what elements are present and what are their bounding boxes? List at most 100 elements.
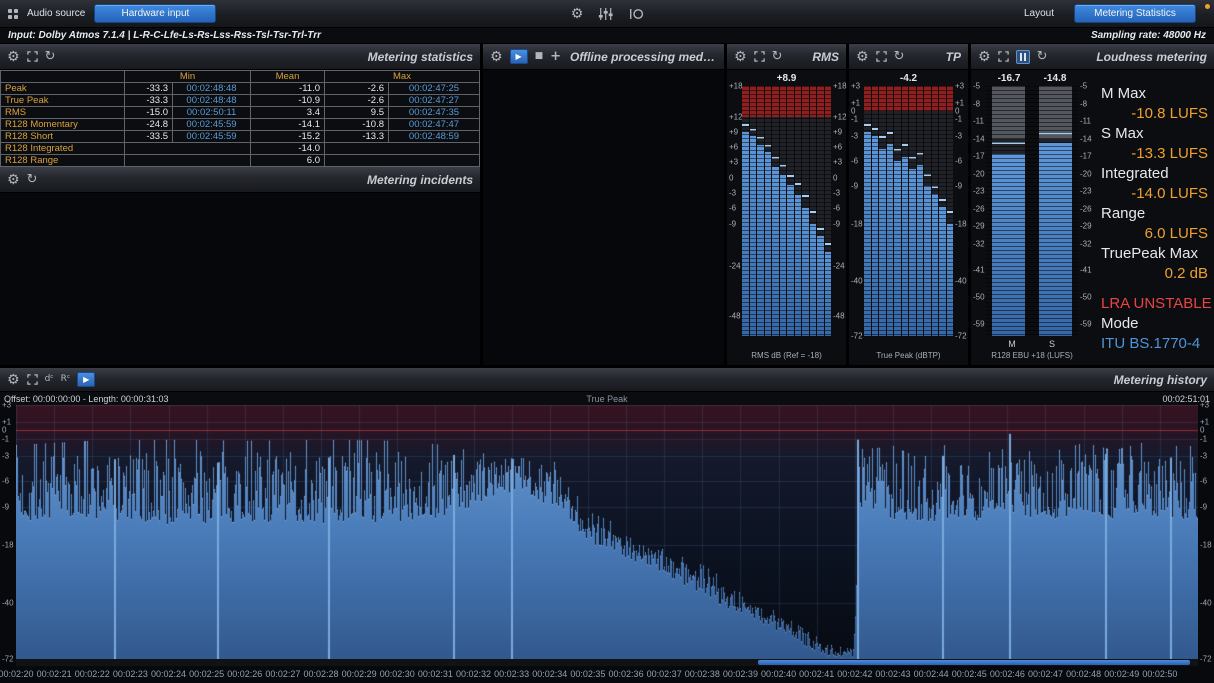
history-plot[interactable] <box>16 405 1198 659</box>
meter-channel <box>1039 86 1072 336</box>
history-time-label: 00:02:21 <box>37 669 72 679</box>
stop-icon[interactable]: ■ <box>535 52 544 61</box>
meter-channel <box>802 86 809 336</box>
history-tick-label: -6 <box>2 477 9 486</box>
stat-label: R128 Momentary <box>1 119 125 131</box>
incidents-header: ⚙ ↻ Metering incidents <box>0 167 480 193</box>
meter-bar <box>772 167 779 336</box>
meter-channel <box>894 86 901 336</box>
meter-bar <box>765 152 772 336</box>
loudness-body: -16.7-14.8 -5-8-11-14-17-20-23-26-29-32-… <box>971 70 1214 365</box>
meter-footer: True Peak (dBTP) <box>849 336 968 365</box>
history-scrollbar[interactable] <box>16 659 1198 666</box>
meter-peak-hold <box>1039 133 1072 135</box>
gear-icon[interactable]: ⚙ <box>978 50 991 64</box>
gear-icon[interactable]: ⚙ <box>7 50 20 64</box>
meter-peak-hold <box>757 137 764 139</box>
meter-bar <box>894 161 901 336</box>
history-info-row: Offset: 00:00:00:00 - Length: 00:00:31:0… <box>0 392 1214 405</box>
meter-channel <box>742 86 749 336</box>
pause-button[interactable] <box>1016 50 1030 64</box>
metering-statistics-button[interactable]: Metering Statistics <box>1074 4 1196 23</box>
meter-tick-label: +12 <box>833 112 847 121</box>
add-media-icon[interactable]: + <box>550 50 561 63</box>
meter-bar <box>802 208 809 336</box>
history-time-label: 00:02:41 <box>799 669 834 679</box>
stat-min <box>125 155 251 167</box>
cursor-r-icon[interactable]: Rᶜ <box>61 375 71 384</box>
readout-label: Range <box>1101 204 1208 224</box>
meter-bar <box>939 207 946 336</box>
sliders-icon[interactable] <box>598 8 612 20</box>
incidents-empty-area <box>0 193 480 365</box>
meter-zone <box>810 86 817 117</box>
meter-tick-label: -32 <box>973 239 985 248</box>
refresh-icon[interactable]: ↻ <box>1037 50 1048 63</box>
gear-icon[interactable]: ⚙ <box>7 173 20 187</box>
meter-bars <box>742 86 831 336</box>
meter-peak-hold <box>932 186 939 188</box>
topbar-center: ⚙ <box>571 7 644 21</box>
meter-bar <box>932 194 939 336</box>
meter-channel <box>772 86 779 336</box>
gear-icon[interactable]: ⚙ <box>856 50 869 64</box>
gear-icon[interactable]: ⚙ <box>490 50 503 64</box>
refresh-icon[interactable]: ↻ <box>27 173 38 186</box>
history-tick-label: -1 <box>1200 434 1207 443</box>
meter-value-row: -16.7-14.8 <box>971 70 1093 86</box>
history-tick-label: +3 <box>1200 401 1209 410</box>
meter-tick-label: +6 <box>833 143 842 152</box>
stats-row: True Peak-33.300:02:48:48-10.9-2.600:02:… <box>1 95 480 107</box>
meter-zone <box>802 86 809 117</box>
meter-value-row: +8.9 <box>727 70 846 86</box>
expand-icon[interactable] <box>27 374 38 385</box>
refresh-icon[interactable]: ↻ <box>45 50 56 63</box>
stat-min: -33.5 <box>125 131 173 143</box>
meter-peak-hold <box>810 211 817 213</box>
menu-grid-icon[interactable] <box>8 9 18 19</box>
meter-tick-label: -3 <box>851 132 858 141</box>
play-button[interactable]: ▶ <box>510 49 528 64</box>
history-time-label: 00:02:27 <box>265 669 300 679</box>
gear-icon[interactable]: ⚙ <box>7 373 20 387</box>
history-time-label: 00:02:32 <box>456 669 491 679</box>
refresh-icon[interactable]: ↻ <box>772 50 783 63</box>
meter-tick-label: -23 <box>1080 187 1092 196</box>
meter-peak-hold <box>902 144 909 146</box>
expand-icon[interactable] <box>754 51 765 62</box>
scrollbar-thumb[interactable] <box>758 660 1189 665</box>
history-tick-label: -9 <box>1200 502 1207 511</box>
meter-scale: +3+10-1-3-6-9-18-40-72 <box>849 86 864 336</box>
meter-peak-hold <box>772 157 779 159</box>
settings-gear-icon[interactable]: ⚙ <box>571 7 584 21</box>
io-icon[interactable] <box>627 8 643 20</box>
refresh-icon[interactable]: ↻ <box>894 50 905 63</box>
meter-bar <box>787 185 794 336</box>
meter-bar <box>1039 143 1072 336</box>
expand-icon[interactable] <box>27 51 38 62</box>
layout-button[interactable]: Layout <box>1016 5 1062 22</box>
meter-tick-label: +3 <box>851 82 860 91</box>
meter-zone <box>742 86 749 117</box>
stat-label: Peak <box>1 83 125 95</box>
gear-icon[interactable]: ⚙ <box>734 50 747 64</box>
history-play-button[interactable]: ▶ <box>77 372 95 387</box>
meter-bar <box>924 186 931 336</box>
meter-tick-label: -40 <box>851 277 863 286</box>
rms-meter-panel: ⚙ ↻ RMS +8.9 +18+12+9+6+30-3-6-9-24-48+1… <box>727 44 846 365</box>
meter-tick-label: -26 <box>973 204 985 213</box>
meter-tick-label: -41 <box>973 266 985 275</box>
stat-max: -2.6 <box>325 83 389 95</box>
meter-peak-hold <box>817 228 824 230</box>
cursor-d-icon[interactable]: dᶜ <box>45 375 54 384</box>
channel-labels: MS <box>971 339 1093 349</box>
tp-header: ⚙ ↻ TP <box>849 44 968 70</box>
meter-peak-hold <box>917 153 924 155</box>
expand-icon[interactable] <box>876 51 887 62</box>
loudness-header: ⚙ ↻ Loudness metering <box>971 44 1214 70</box>
hardware-input-button[interactable]: Hardware input <box>94 4 216 23</box>
meter-value: -4.2 <box>864 73 953 84</box>
expand-icon[interactable] <box>998 51 1009 62</box>
meter-value: +8.9 <box>742 73 831 84</box>
meter-tick-label: -40 <box>955 277 967 286</box>
